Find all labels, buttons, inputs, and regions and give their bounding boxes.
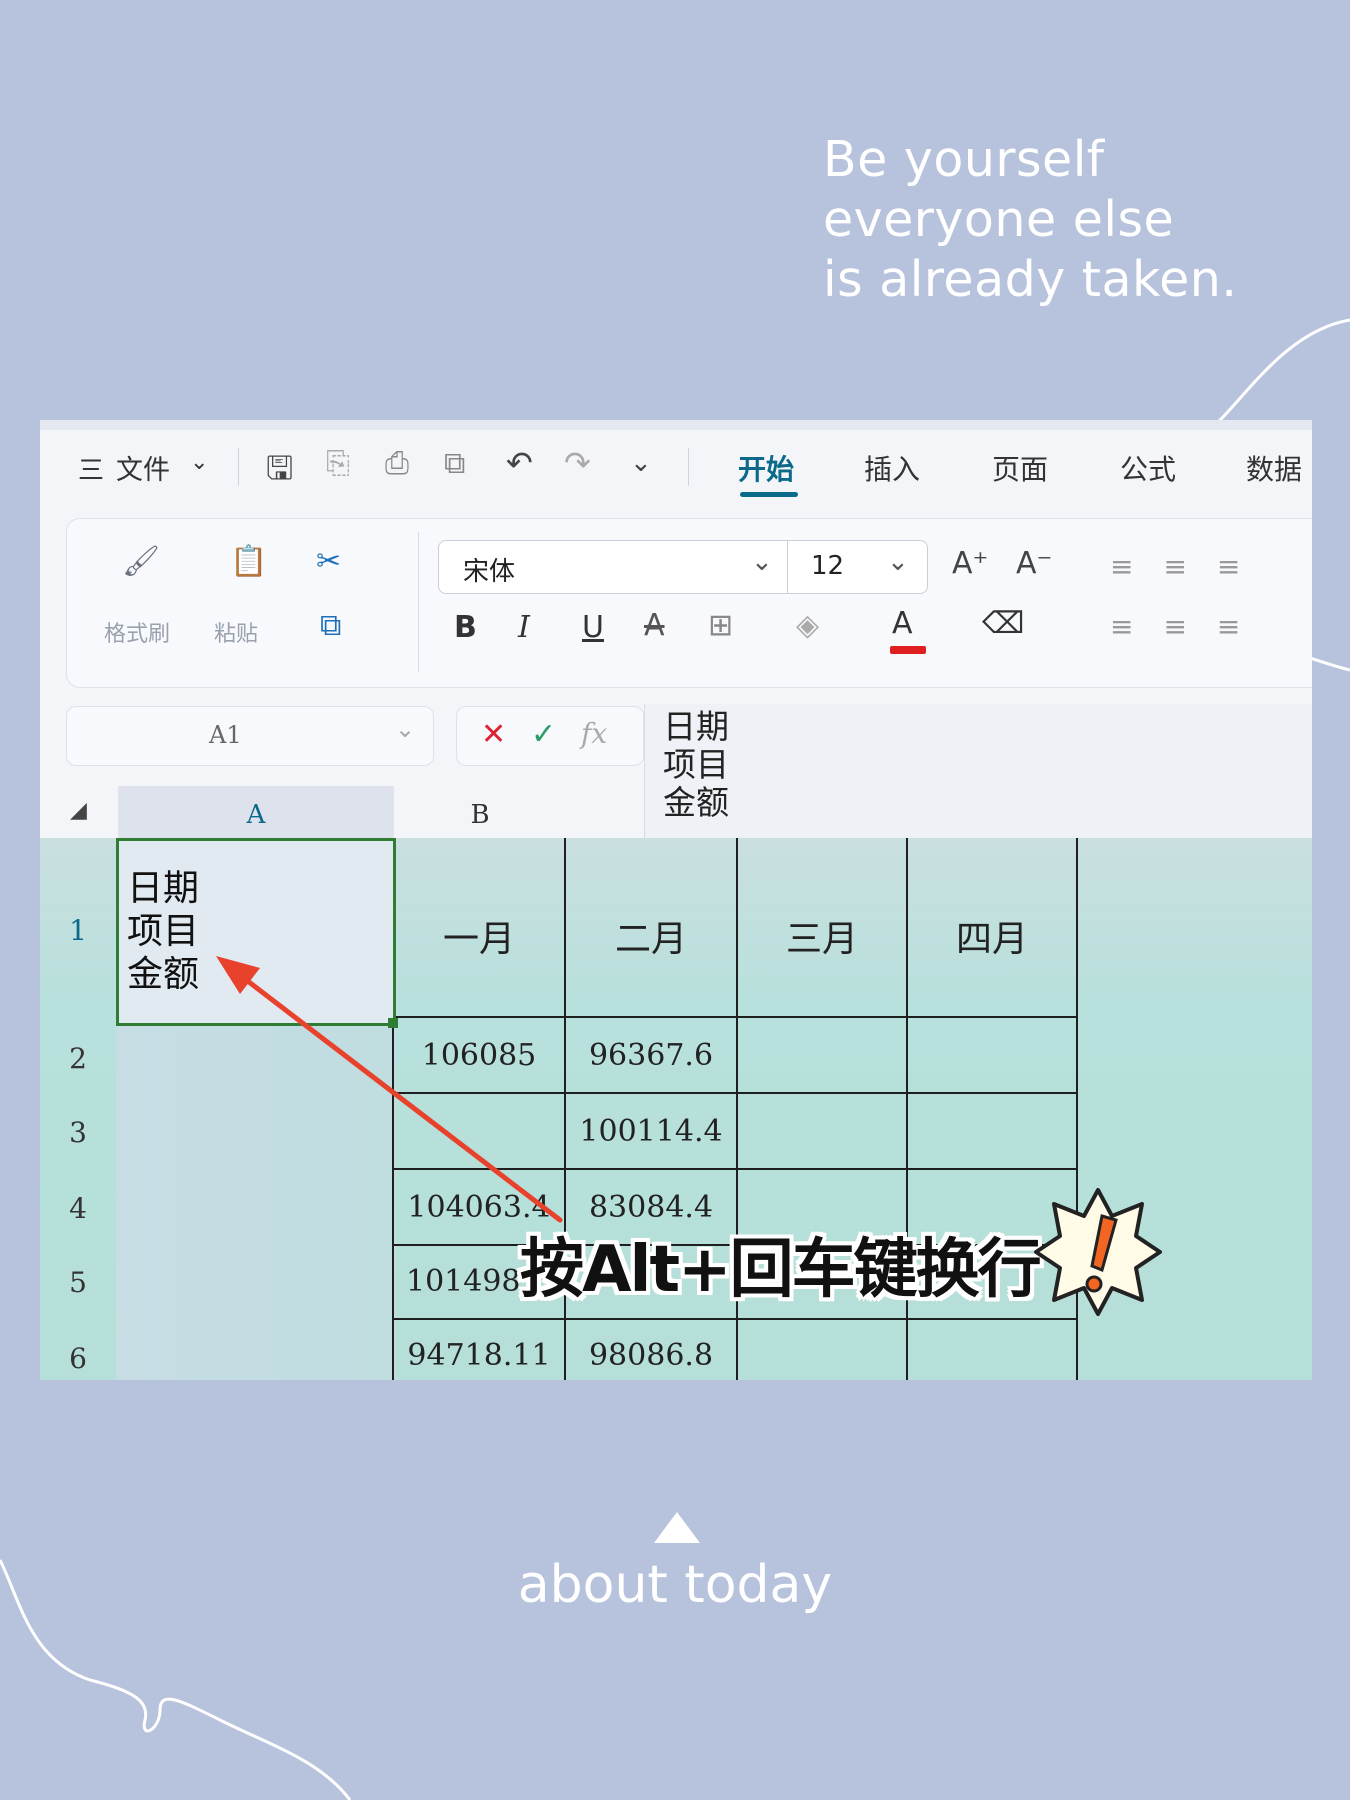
quote-line-2: everyone else <box>823 191 1175 248</box>
warning-burst-icon <box>1034 1188 1162 1316</box>
instruction-caption: 按Alt+回车键换行 <box>520 1233 1042 1307</box>
triangle-up-icon <box>654 1512 700 1543</box>
quote-text: Be yourself everyone else is already tak… <box>823 130 1237 310</box>
quote-line-1: Be yourself <box>823 131 1105 188</box>
quote-line-3: is already taken. <box>823 251 1238 308</box>
footer-text: about today <box>517 1555 833 1615</box>
